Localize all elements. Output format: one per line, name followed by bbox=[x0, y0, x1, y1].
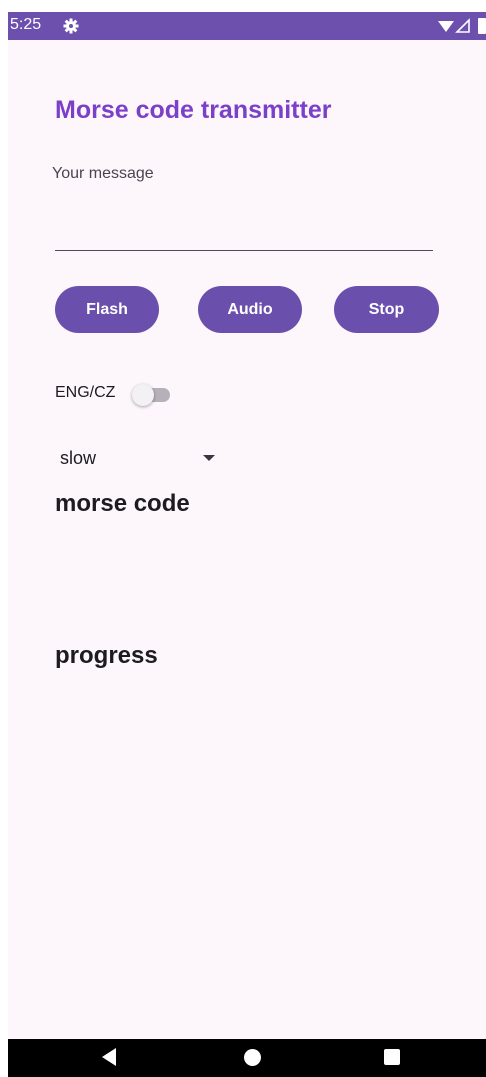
recents-icon[interactable] bbox=[384, 1049, 400, 1065]
speed-dropdown[interactable]: slow bbox=[60, 446, 220, 474]
battery-icon bbox=[478, 18, 486, 34]
status-time: 5:25 bbox=[10, 16, 42, 33]
status-icons bbox=[438, 18, 486, 34]
stop-button[interactable]: Stop bbox=[334, 286, 439, 333]
navigation-bar bbox=[8, 1039, 486, 1077]
app-screen: 5:25 Morse code transmitter Your message… bbox=[8, 12, 486, 1077]
language-switch[interactable] bbox=[132, 384, 172, 406]
speed-selected-value: slow bbox=[60, 448, 97, 468]
back-icon[interactable] bbox=[102, 1048, 116, 1066]
message-label: Your message bbox=[52, 165, 154, 182]
app-title: Morse code transmitter bbox=[55, 96, 332, 124]
flash-button[interactable]: Flash bbox=[55, 286, 159, 333]
wifi-icon bbox=[438, 21, 454, 32]
home-icon[interactable] bbox=[244, 1049, 261, 1066]
message-input[interactable] bbox=[55, 212, 433, 251]
progress-heading: progress bbox=[55, 642, 158, 669]
signal-icon bbox=[455, 18, 470, 33]
audio-button[interactable]: Audio bbox=[198, 286, 302, 333]
language-switch-label: ENG/CZ bbox=[55, 384, 116, 401]
dropdown-arrow-icon bbox=[203, 455, 215, 461]
status-bar: 5:25 bbox=[8, 12, 486, 40]
morse-code-heading: morse code bbox=[55, 490, 190, 517]
switch-thumb bbox=[132, 384, 154, 406]
gear-icon bbox=[63, 18, 79, 34]
